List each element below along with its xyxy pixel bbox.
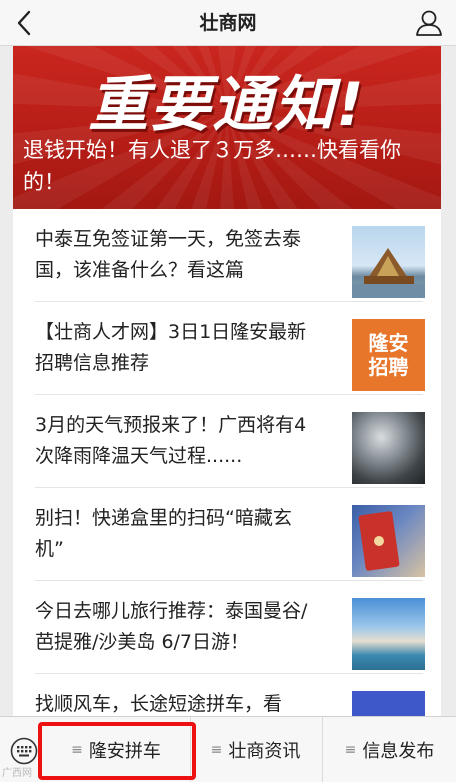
news-item[interactable]: 3月的天气预报来了！广西将有4次降雨降温天气过程...... bbox=[35, 395, 425, 488]
article-card: 重要通知! 退钱开始！有人退了３万多……快看看你的！ 中泰互免签证第一天，免签去… bbox=[13, 46, 441, 716]
travel-thumbnail bbox=[352, 691, 425, 716]
menu-lines-icon: ≡ bbox=[210, 742, 223, 758]
banner-heading: 重要通知! bbox=[88, 70, 366, 140]
news-item[interactable]: 【壮商人才网】3日1日隆安最新招聘信息推荐 隆安 招聘 bbox=[35, 302, 425, 395]
parcel-thumbnail bbox=[352, 505, 425, 577]
watermark: 广西网 bbox=[2, 768, 32, 779]
menu-label: 信息发布 bbox=[362, 741, 435, 762]
news-title: 3月的天气预报来了！广西将有4次降雨降温天气过程...... bbox=[35, 414, 307, 467]
top-nav-bar: 壮商网 bbox=[0, 0, 456, 46]
news-list: 中泰互免签证第一天，免签去泰国，该准备什么？看这篇 【壮商人才网】3日1日隆安最… bbox=[13, 209, 441, 716]
news-title: 别扫！快递盒里的扫码“暗藏玄机” bbox=[35, 507, 292, 560]
news-title: 今日去哪儿旅行推荐：泰国曼谷/芭提雅/沙美岛 6/7日游！ bbox=[35, 600, 308, 653]
beach-thumbnail bbox=[352, 598, 425, 670]
menu-label: 壮商资讯 bbox=[228, 741, 301, 762]
menu-lines-icon: ≡ bbox=[344, 742, 357, 758]
page-title: 壮商网 bbox=[199, 12, 257, 34]
news-item[interactable]: 今日去哪儿旅行推荐：泰国曼谷/芭提雅/沙美岛 6/7日游！ bbox=[35, 581, 425, 674]
highlight-annotation bbox=[38, 722, 196, 780]
news-title: 中泰互免签证第一天，免签去泰国，该准备什么？看这篇 bbox=[35, 228, 302, 281]
news-title: 找顺风车，长途短途拼车，看 bbox=[35, 693, 283, 715]
news-title: 【壮商人才网】3日1日隆安最新招聘信息推荐 bbox=[35, 321, 307, 374]
news-item[interactable]: 中泰互免签证第一天，免签去泰国，该准备什么？看这篇 bbox=[35, 209, 425, 302]
notice-banner[interactable]: 重要通知! 退钱开始！有人退了３万多……快看看你的！ bbox=[13, 46, 441, 209]
menu-item-post-info[interactable]: ≡ 信息发布 bbox=[322, 717, 456, 782]
weather-thumbnail bbox=[352, 412, 425, 484]
news-item[interactable]: 别扫！快递盒里的扫码“暗藏玄机” bbox=[35, 488, 425, 581]
recruit-thumbnail: 隆安 招聘 bbox=[352, 319, 425, 391]
news-item[interactable]: 找顺风车，长途短途拼车，看 bbox=[35, 674, 425, 716]
thumb-text: 隆安 bbox=[368, 331, 409, 355]
temple-thumbnail bbox=[352, 226, 425, 298]
menu-item-news[interactable]: ≡ 壮商资讯 bbox=[190, 717, 320, 782]
keyboard-icon[interactable] bbox=[10, 737, 38, 765]
user-icon[interactable] bbox=[414, 8, 444, 38]
banner-subtitle: 退钱开始！有人退了３万多……快看看你的！ bbox=[23, 138, 401, 194]
thumb-text: 招聘 bbox=[368, 355, 409, 379]
